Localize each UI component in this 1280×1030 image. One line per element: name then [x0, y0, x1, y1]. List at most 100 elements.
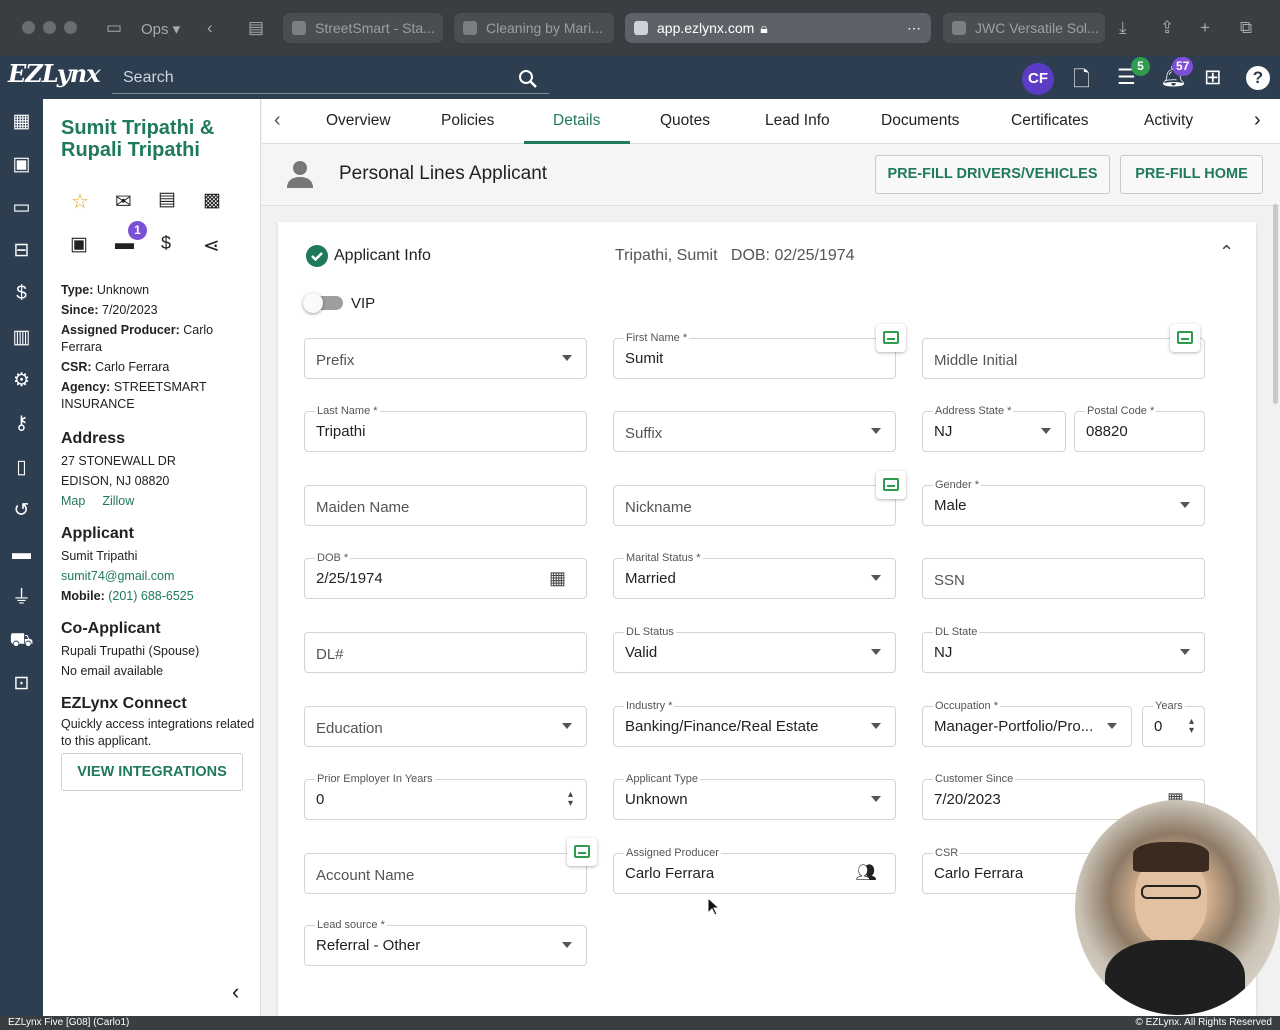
people-icon[interactable]: 👥︎ — [855, 863, 877, 883]
search-icon[interactable] — [518, 69, 538, 89]
tab-overview-icon[interactable]: ▤ — [248, 18, 264, 38]
mobile-link[interactable]: (201) 688-6525 — [108, 589, 193, 603]
ssn-field[interactable]: SSN — [922, 558, 1205, 599]
last-name-field[interactable]: Last Name * Tripathi — [304, 405, 587, 452]
loop-icon[interactable]: ↺ — [9, 500, 34, 522]
prefill-lookup-icon[interactable] — [1170, 324, 1200, 352]
gender-select[interactable]: Gender * Male — [922, 479, 1205, 526]
view-integrations-button[interactable]: VIEW INTEGRATIONS — [61, 753, 243, 791]
prefill-lookup-icon[interactable] — [876, 324, 906, 352]
hierarchy-icon[interactable]: ⊟ — [9, 240, 34, 262]
tab-grid-icon[interactable]: ⧉ — [1240, 18, 1252, 38]
calendar-icon[interactable]: ▦ — [549, 568, 566, 589]
stepper-arrows-icon[interactable]: ▴ ▾ — [568, 790, 573, 809]
prefill-home-button[interactable]: PRE-FILL HOME — [1120, 155, 1263, 194]
prefix-select[interactable]: Prefix — [304, 338, 587, 379]
years-stepper[interactable]: Years 0 ▴ ▾ — [1142, 700, 1205, 747]
nickname-field[interactable]: Nickname — [613, 485, 896, 526]
vip-toggle[interactable] — [303, 293, 343, 313]
sidebar-toggle-icon[interactable]: ▭ — [106, 18, 122, 38]
mail-icon[interactable]: ✉ — [115, 189, 132, 214]
maiden-name-field[interactable]: Maiden Name — [304, 485, 587, 526]
more-icon[interactable]: ⋯ — [907, 13, 921, 43]
industry-select[interactable]: Industry * Banking/Finance/Real Estate — [613, 700, 896, 747]
occupation-select[interactable]: Occupation * Manager-Portfolio/Pro... — [922, 700, 1132, 747]
contacts-icon[interactable]: ▣ — [9, 154, 34, 176]
map-link[interactable]: Map — [61, 494, 85, 508]
middle-initial-field[interactable]: Middle Initial — [922, 338, 1205, 379]
tab-lead-info[interactable]: Lead Info — [765, 112, 830, 130]
address-state-select[interactable]: Address State * NJ — [922, 405, 1066, 452]
settings-icon[interactable]: ⚙ — [9, 370, 34, 392]
minimize-window-button[interactable] — [43, 21, 56, 34]
first-name-field[interactable]: First Name * Sumit — [613, 332, 896, 379]
marital-status-value: Married — [625, 570, 676, 587]
briefcase-icon[interactable]: ▬ — [9, 543, 34, 565]
applicant-type-select[interactable]: Applicant Type Unknown — [613, 773, 896, 820]
id-card-icon[interactable]: ▣ — [70, 233, 88, 256]
folder-icon[interactable]: ▭ — [9, 197, 34, 219]
tab-overview[interactable]: Overview — [326, 112, 391, 130]
chat-icon[interactable]: ▤ — [158, 188, 176, 211]
share-icon[interactable]: ⇪ — [1160, 18, 1174, 38]
address-bar-url[interactable]: app.ezlynx.com — [657, 20, 754, 36]
education-select[interactable]: Education — [304, 706, 587, 747]
stepper-arrows-icon[interactable]: ▴ ▾ — [1189, 717, 1194, 736]
tab-policies[interactable]: Policies — [441, 112, 494, 130]
book-icon[interactable]: ▯ — [9, 457, 34, 479]
collapse-panel-icon[interactable]: ‹ — [232, 979, 239, 1005]
postal-code-field[interactable]: Postal Code * 08820 — [1074, 405, 1205, 452]
prefill-drivers-button[interactable]: PRE-FILL DRIVERS/VEHICLES — [875, 155, 1110, 194]
tabs-scroll-left-icon[interactable]: ‹ — [274, 109, 281, 132]
zillow-link[interactable]: Zillow — [102, 494, 134, 508]
new-tab-icon[interactable]: + — [1200, 18, 1210, 38]
dl-status-select[interactable]: DL Status Valid — [613, 626, 896, 673]
prior-employer-stepper[interactable]: Prior Employer In Years 0 ▴ ▾ — [304, 773, 587, 820]
billing-icon[interactable]: $ — [9, 283, 34, 305]
user-avatar[interactable]: CF — [1022, 63, 1054, 95]
dashboard-icon[interactable]: ▦ — [9, 111, 34, 133]
close-window-button[interactable] — [22, 21, 35, 34]
profile-menu[interactable]: Ops ▾ — [141, 20, 180, 38]
tab-certificates[interactable]: Certificates — [1011, 112, 1089, 130]
zoom-window-button[interactable] — [64, 21, 77, 34]
lead-source-select[interactable]: Lead source * Referral - Other — [304, 919, 587, 966]
fax-icon[interactable]: ▩ — [203, 189, 221, 212]
star-icon[interactable]: ☆ — [71, 189, 89, 214]
applicant-email-link[interactable]: sumit74@gmail.com — [61, 566, 256, 586]
toolbox-icon[interactable]: ⊡ — [9, 673, 34, 695]
account-name-field[interactable]: Account Name — [304, 853, 587, 894]
org-chart-icon[interactable]: ⊞ — [1204, 65, 1222, 90]
browser-tab-jwc[interactable]: JWC Versatile Sol... — [943, 13, 1105, 43]
browser-tab-cleaning[interactable]: Cleaning by Mari... — [454, 13, 614, 43]
browser-tab-ezlynx[interactable]: app.ezlynx.com 🔒︎ ⋯ — [625, 13, 931, 43]
chevron-up-icon[interactable]: ⌃ — [1219, 242, 1234, 263]
cart-icon[interactable]: ⛟ — [9, 630, 34, 652]
assigned-producer-field[interactable]: Assigned Producer Carlo Ferrara 👥︎ — [613, 847, 896, 894]
tab-activity[interactable]: Activity — [1144, 112, 1193, 130]
back-icon[interactable]: ‹ — [207, 18, 213, 38]
dob-field[interactable]: DOB * 2/25/1974 ▦ — [304, 552, 587, 599]
tab-details[interactable]: Details — [553, 112, 600, 130]
prefill-lookup-icon[interactable] — [567, 838, 597, 866]
plug-icon[interactable]: ⏚ — [9, 587, 34, 609]
marital-status-select[interactable]: Marital Status * Married — [613, 552, 896, 599]
dl-number-field[interactable]: DL# — [304, 632, 587, 673]
tabs-scroll-right-icon[interactable]: › — [1254, 109, 1261, 132]
new-document-icon[interactable]: 🗋︎ — [1073, 65, 1090, 100]
reports-icon[interactable]: ▥ — [9, 327, 34, 349]
invoice-icon[interactable]: $ — [161, 233, 171, 254]
browser-tab-streetsmart[interactable]: StreetSmart - Sta... — [283, 13, 443, 43]
ezlynx-logo[interactable]: EZLynx — [8, 59, 101, 88]
tab-quotes[interactable]: Quotes — [660, 112, 710, 130]
suffix-select[interactable]: Suffix — [613, 411, 896, 452]
help-icon[interactable]: ? — [1246, 66, 1270, 90]
scrollbar[interactable] — [1273, 204, 1278, 404]
prefill-lookup-icon[interactable] — [876, 471, 906, 499]
search-input[interactable]: Search — [112, 64, 549, 94]
download-icon[interactable]: ⤓ — [1119, 18, 1127, 38]
share-icon[interactable]: ⋖ — [203, 233, 220, 258]
dl-state-select[interactable]: DL State NJ — [922, 626, 1205, 673]
key-icon[interactable]: ⚷ — [9, 413, 34, 435]
tab-documents[interactable]: Documents — [881, 112, 959, 130]
